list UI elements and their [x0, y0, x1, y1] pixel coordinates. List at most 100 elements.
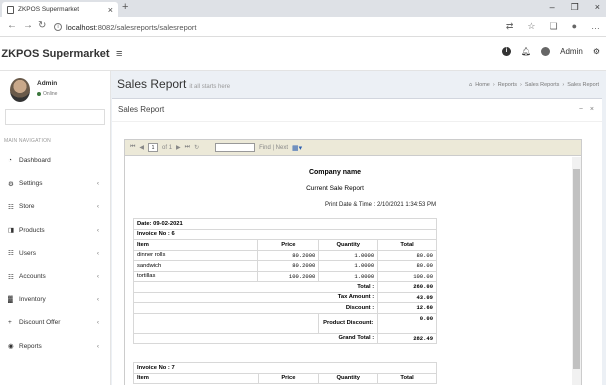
more-icon[interactable]: … [591, 21, 600, 32]
find-next-link[interactable]: Find | Next [259, 145, 288, 151]
gear-icon: ⚙ [8, 180, 14, 188]
browser-toolbar-icons: ⇄ ☆ ❏ ● … [506, 21, 600, 32]
page-number-input[interactable]: 1 [148, 143, 159, 152]
last-page-icon[interactable]: ⏭ [185, 144, 190, 151]
sidebar-item-label: Users [19, 249, 36, 257]
eye-icon: ◉ [8, 343, 14, 351]
header-user-avatar[interactable] [541, 47, 551, 56]
sidebar-item-accounts[interactable]: ☷ Accounts ‹ [0, 265, 111, 288]
remove-icon[interactable]: × [590, 106, 594, 113]
online-dot-icon [37, 92, 41, 96]
sidebar-item-label: Discount Offer [19, 319, 61, 327]
app-header: ZKPOS Supermarket ≡ i 🔔︎ Admin ⚙ [0, 37, 606, 71]
box-title: Sales Report [118, 105, 165, 114]
table-row: dinner rolls 80.2000 1.0000 80.00 [132, 249, 437, 261]
sidebar-item-label: Accounts [19, 273, 46, 281]
sidebar-item-store[interactable]: ☷ Store ‹ [0, 195, 111, 218]
favorite-star-icon[interactable]: ☆ [527, 21, 535, 32]
sidebar-item-label: Reports [19, 342, 42, 350]
user-name: Admin [37, 80, 58, 87]
maximize-icon[interactable]: ❐ [571, 2, 579, 13]
report-title: Current Sale Report [306, 185, 364, 192]
report-scrollbar[interactable] [572, 157, 581, 385]
discount-row: Discount : 12.60 [132, 302, 437, 314]
sidebar-item-inventory[interactable]: ▓ Inventory ‹ [0, 288, 111, 311]
product-discount-row: Product Discount: 0.00 [132, 312, 437, 334]
users-icon: ☷ [8, 203, 14, 211]
sidebar-item-reports[interactable]: ◉ Reports ‹ [0, 335, 111, 358]
page-icon [7, 5, 14, 14]
report-viewer-toolbar: ⏮ ◀ 1 of 1 ▶ ⏭ ↻ Find | Next ▦▾ [125, 140, 581, 156]
box-tools: − × [579, 106, 594, 113]
scrollbar-thumb[interactable] [573, 169, 580, 369]
tab-title: ZKPOS Supermarket [18, 6, 80, 13]
chevron-left-icon: ‹ [96, 342, 99, 350]
chevron-left-icon: ‹ [96, 226, 99, 234]
sidebar-item-label: Settings [19, 180, 43, 188]
export-icon[interactable]: ▦▾ [292, 144, 302, 152]
product-icon: ◨ [8, 227, 15, 235]
report-box: Sales Report − × ⏮ ◀ 1 of 1 ▶ ⏭ ↻ Find |… [112, 98, 602, 385]
report-viewer: ⏮ ◀ 1 of 1 ▶ ⏭ ↻ Find | Next ▦▾ Company … [124, 139, 582, 385]
back-icon[interactable]: ← [7, 20, 17, 31]
forward-icon[interactable]: → [23, 20, 33, 31]
report-company-name: Company name [308, 169, 362, 176]
header-user-name[interactable]: Admin [560, 47, 583, 56]
chevron-left-icon: ‹ [96, 273, 99, 281]
invoice-table-1: Date: 09-02-2021 Invoice No : 6 Item Pri… [132, 218, 437, 344]
total-row: Total : 260.00 [132, 281, 437, 293]
profile-icon[interactable]: ● [572, 21, 577, 32]
sidebar: Admin Online MAIN NAVIGATION ◔ Dashboard ⚙… [0, 71, 111, 385]
breadcrumb-sales-reports[interactable]: Sales Reports [525, 82, 560, 88]
box-divider [112, 121, 602, 122]
collapse-icon[interactable]: − [579, 106, 583, 113]
users-icon: ☷ [8, 273, 14, 281]
table-header-row: Item Price Quantity Total [132, 239, 437, 251]
user-avatar [10, 78, 30, 102]
user-panel: Admin Online [0, 71, 111, 109]
chevron-left-icon: ‹ [96, 203, 99, 211]
chevron-left-icon: ‹ [96, 319, 99, 327]
content-header: Sales Report it all starts here ⌂ Home › R… [111, 71, 606, 98]
minimize-icon[interactable]: – [550, 2, 555, 13]
new-tab-icon[interactable]: + [122, 1, 128, 13]
browser-tab-bar: ZKPOS Supermarket × + – ❐ × [0, 0, 606, 17]
info-icon[interactable]: i [54, 23, 62, 31]
invoice-table-2: Invoice No : 7 Item Price Quantity Total [133, 362, 437, 384]
nav-header: MAIN NAVIGATION [4, 138, 51, 144]
close-window-icon[interactable]: × [595, 2, 600, 13]
sidebar-item-users[interactable]: ☷ Users ‹ [0, 242, 111, 265]
sidebar-toggle-icon[interactable]: ≡ [116, 48, 122, 60]
info-icon[interactable]: i [501, 47, 511, 56]
reload-icon[interactable]: ↻ [38, 20, 46, 31]
app-logo[interactable]: ZKPOS Supermarket [0, 37, 111, 71]
translate-icon[interactable]: ⇄ [506, 21, 514, 32]
users-icon: ☷ [8, 250, 14, 258]
close-tab-icon[interactable]: × [108, 5, 113, 15]
browser-tab[interactable]: ZKPOS Supermarket × [2, 2, 118, 17]
refresh-icon[interactable]: ↻ [194, 144, 199, 151]
home-icon[interactable]: ⌂ [469, 82, 472, 88]
collections-icon[interactable]: ❏ [549, 21, 557, 32]
grand-total-row: Grand Total : 282.49 [132, 332, 437, 344]
notification-bell-icon[interactable]: 🔔︎ [521, 47, 531, 56]
sidebar-item-dashboard[interactable]: ◔ Dashboard [0, 149, 111, 172]
sidebar-item-settings[interactable]: ⚙ Settings ‹ [0, 172, 111, 195]
settings-gear-icon[interactable]: ⚙ [593, 47, 600, 56]
breadcrumb-home[interactable]: Home [475, 82, 490, 88]
table-header-row: Item Price Quantity Total [133, 372, 437, 384]
url-field[interactable]: i localhost :8082/salesreports/salesrepo… [54, 20, 454, 34]
window-controls: – ❐ × [550, 2, 600, 13]
breadcrumb-reports[interactable]: Reports [498, 82, 517, 88]
prev-page-icon[interactable]: ◀ [139, 144, 144, 151]
sidebar-item-discount-offer[interactable]: + Discount Offer ‹ [0, 311, 111, 334]
sidebar-item-products[interactable]: ◨ Products ‹ [0, 219, 111, 242]
sidebar-item-label: Store [19, 203, 35, 211]
sidebar-search-input[interactable] [5, 109, 105, 125]
find-input[interactable] [215, 143, 256, 152]
next-page-icon[interactable]: ▶ [176, 144, 181, 151]
header-actions: i 🔔︎ Admin ⚙ [501, 47, 600, 56]
first-page-icon[interactable]: ⏮ [130, 144, 135, 151]
page-subtitle: it all starts here [189, 84, 231, 90]
table-row: tortillas 100.2000 1.0000 100.00 [132, 270, 437, 282]
